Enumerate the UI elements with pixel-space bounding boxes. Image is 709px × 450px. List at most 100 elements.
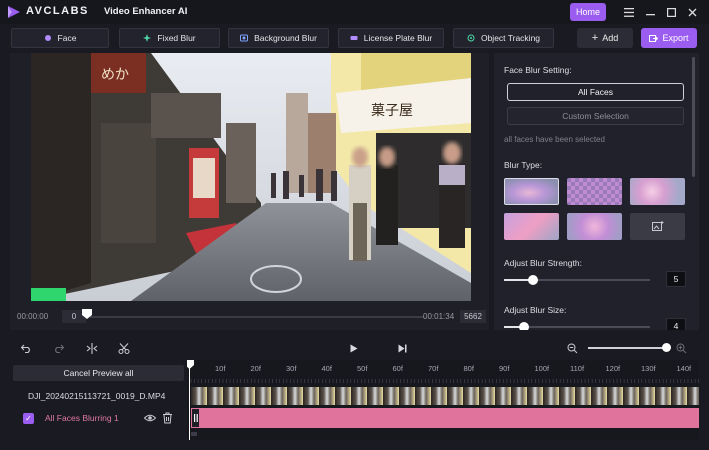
tab-license-plate-blur[interactable]: License Plate Blur xyxy=(338,28,444,48)
play-icon[interactable] xyxy=(348,342,360,354)
close-icon[interactable] xyxy=(683,3,701,21)
settings-scrollbar[interactable] xyxy=(692,57,695,177)
fixed-blur-icon xyxy=(143,34,152,42)
tab-face[interactable]: Face xyxy=(11,28,109,48)
cut-icon[interactable] xyxy=(118,342,130,354)
blur-type-crystal[interactable] xyxy=(567,213,622,240)
scrub-handle[interactable] xyxy=(82,309,92,319)
background-blur-icon xyxy=(240,34,249,42)
video-thumbnail xyxy=(207,387,223,405)
undo-icon[interactable] xyxy=(20,342,32,354)
blur-strength-knob[interactable] xyxy=(528,275,539,285)
zoom-in-icon[interactable] xyxy=(675,342,687,354)
export-button[interactable]: Export xyxy=(641,28,697,48)
blur-size-knob[interactable] xyxy=(519,322,530,330)
all-faces-button[interactable]: All Faces xyxy=(507,83,684,101)
video-thumbnail xyxy=(399,387,415,405)
video-thumbnail xyxy=(463,387,479,405)
video-file-name: DJI_20240215113721_0019_D.MP4 xyxy=(28,391,166,401)
svg-text:めか: めか xyxy=(101,67,129,83)
video-thumbnail xyxy=(623,387,639,405)
app-name: Video Enhancer AI xyxy=(104,6,188,17)
layer-checkbox[interactable]: ✓ xyxy=(23,413,34,424)
add-image-icon xyxy=(651,221,663,231)
video-thumbnail xyxy=(335,387,351,405)
blur-size-value[interactable]: 4 xyxy=(666,318,686,330)
zoom-out-icon[interactable] xyxy=(566,342,578,354)
export-icon xyxy=(649,34,659,42)
avclabs-logo-icon xyxy=(8,6,20,18)
timeline-tracks[interactable]: 10f 20f 30f 40f 50f 60f 70f 80f 90f 100f 110f 120f 1… xyxy=(187,360,699,440)
timeline-track-list: Cancel Preview all DJI_20240215113721_00… xyxy=(10,360,186,440)
tab-license-plate-blur-label: License Plate Blur xyxy=(363,33,433,43)
blur-strength-label: Adjust Blur Strength: xyxy=(504,258,582,268)
total-frames: 5662 xyxy=(460,310,486,323)
custom-selection-button[interactable]: Custom Selection xyxy=(507,107,684,125)
video-thumbnail xyxy=(287,387,303,405)
zoom-slider-knob[interactable] xyxy=(662,343,671,352)
video-thumbnail xyxy=(351,387,367,405)
timeline-ruler[interactable]: 10f 20f 30f 40f 50f 60f 70f 80f 90f 100f 110f 120f 1… xyxy=(187,360,699,384)
current-time: 00:00:00 xyxy=(17,312,49,321)
video-thumbnail xyxy=(495,387,511,405)
video-thumbnail xyxy=(255,387,271,405)
zoom-slider[interactable] xyxy=(588,347,668,349)
blur-type-soft[interactable] xyxy=(630,178,685,205)
video-thumbnail xyxy=(239,387,255,405)
redo-icon[interactable] xyxy=(52,342,64,354)
blur-type-mosaic[interactable] xyxy=(567,178,622,205)
plus-icon: + xyxy=(591,32,599,44)
add-button-label: Add xyxy=(602,33,619,43)
video-thumbnail xyxy=(367,387,383,405)
tab-background-blur-label: Background Blur xyxy=(254,33,317,43)
add-button[interactable]: + Add xyxy=(577,28,633,48)
blur-type-motion[interactable] xyxy=(504,213,559,240)
preview-area: めか 菓子屋 00:00:00 0 00:01:34 5662 xyxy=(10,53,489,330)
video-thumbnail xyxy=(319,387,335,405)
video-thumbnail xyxy=(559,387,575,405)
video-thumbnail xyxy=(223,387,239,405)
video-thumbnail xyxy=(303,387,319,405)
tab-background-blur[interactable]: Background Blur xyxy=(228,28,329,48)
tab-face-label: Face xyxy=(57,33,77,43)
split-icon[interactable] xyxy=(86,342,98,354)
trash-icon[interactable] xyxy=(162,412,173,424)
home-button[interactable]: Home xyxy=(570,3,606,21)
tab-object-tracking[interactable]: Object Tracking xyxy=(453,28,554,48)
blur-size-label: Adjust Blur Size: xyxy=(504,305,567,315)
blur-type-gaussian[interactable] xyxy=(504,178,559,205)
video-thumbnail xyxy=(431,387,447,405)
playhead-marker[interactable] xyxy=(187,360,194,369)
end-time: 00:01:34 xyxy=(423,312,455,321)
video-thumbnail xyxy=(415,387,431,405)
video-frame-image: めか 菓子屋 xyxy=(31,53,471,301)
layer-name[interactable]: All Faces Blurring 1 xyxy=(45,413,119,423)
timeline-scrollbar[interactable] xyxy=(191,432,197,436)
title-bar: AVCLABS Video Enhancer AI Home xyxy=(0,0,709,24)
maximize-icon[interactable] xyxy=(662,3,680,21)
minimize-icon[interactable] xyxy=(641,3,659,21)
blur-layer-track[interactable] xyxy=(191,408,699,428)
tab-fixed-blur[interactable]: Fixed Blur xyxy=(119,28,220,48)
face-icon xyxy=(44,35,51,41)
video-thumbnail xyxy=(527,387,543,405)
video-thumbnail xyxy=(639,387,655,405)
eye-icon[interactable] xyxy=(144,412,156,424)
preview-scrubber[interactable]: 00:00:00 0 00:01:34 5662 xyxy=(10,307,489,327)
video-thumbnail-strip[interactable] xyxy=(191,387,699,405)
selection-note: all faces have been selected xyxy=(504,135,605,144)
blur-layer-trim-handle[interactable] xyxy=(191,408,200,428)
video-thumbnail xyxy=(479,387,495,405)
hamburger-icon[interactable] xyxy=(620,3,638,21)
video-thumbnail xyxy=(575,387,591,405)
video-thumbnail xyxy=(543,387,559,405)
license-plate-icon xyxy=(350,36,358,40)
next-frame-icon[interactable] xyxy=(396,342,408,354)
playhead-line[interactable] xyxy=(189,364,190,440)
tool-bar: Face Fixed Blur Background Blur License … xyxy=(0,24,709,52)
blur-type-custom-image[interactable] xyxy=(630,213,685,240)
cancel-preview-all-button[interactable]: Cancel Preview all xyxy=(13,365,184,381)
scrub-track[interactable] xyxy=(90,316,424,318)
face-blur-setting-label: Face Blur Setting: xyxy=(504,65,572,75)
blur-strength-value[interactable]: 5 xyxy=(666,271,686,287)
